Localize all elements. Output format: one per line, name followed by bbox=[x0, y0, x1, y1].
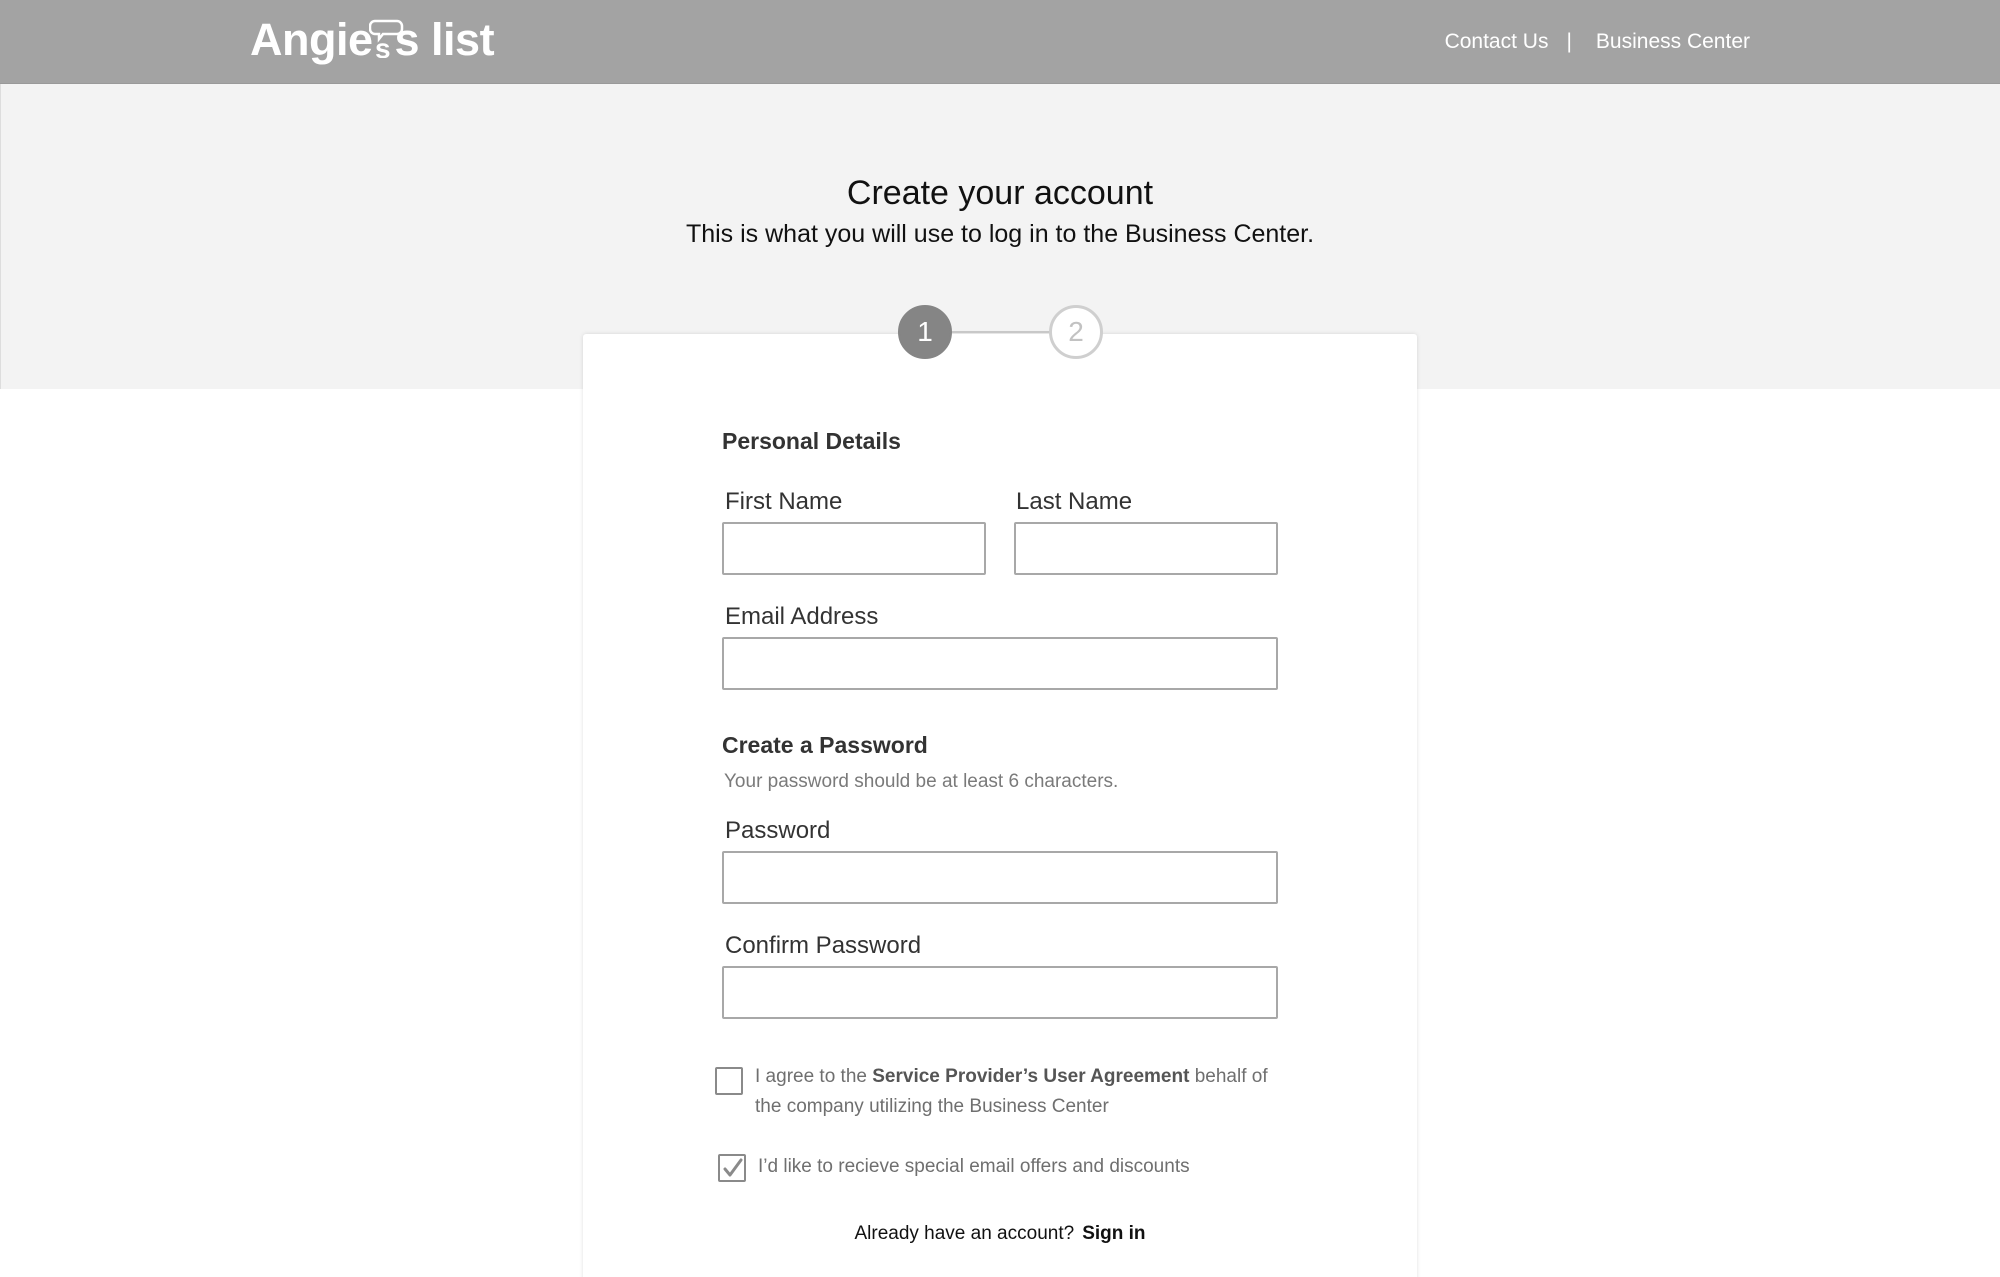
checkmark-icon bbox=[723, 1158, 743, 1177]
email-label: Email Address bbox=[725, 603, 879, 630]
agreement-prefix: I agree to the bbox=[755, 1066, 873, 1087]
first-name-label: First Name bbox=[725, 488, 843, 515]
page-subtitle: This is what you will use to log in to t… bbox=[685, 220, 1315, 248]
logo-speech-bubble-icon: s bbox=[369, 19, 404, 58]
email-offers-label: I’d like to recieve special email offers… bbox=[758, 1156, 1190, 1177]
svg-text:s: s bbox=[375, 33, 390, 58]
agreement-suffix: behalf of bbox=[1189, 1066, 1268, 1087]
agreement-line2: the company utilizing the Business Cente… bbox=[755, 1096, 1109, 1117]
password-input[interactable] bbox=[722, 851, 1278, 904]
email-offers-checkbox[interactable] bbox=[718, 1154, 746, 1182]
signin-prompt: Already have an account? bbox=[854, 1223, 1075, 1244]
signup-card bbox=[583, 334, 1417, 1277]
contact-us-link[interactable]: Contact Us bbox=[1445, 30, 1549, 54]
progress-stepper: 1 2 bbox=[898, 305, 1103, 359]
signin-row: Already have an account? Sign in bbox=[0, 1223, 2000, 1245]
password-hint: Your password should be at least 6 chara… bbox=[724, 771, 1119, 792]
sign-in-link[interactable]: Sign in bbox=[1082, 1223, 1145, 1244]
first-name-input[interactable] bbox=[722, 522, 986, 575]
angies-list-logo[interactable]: Angie s list s bbox=[250, 14, 495, 66]
business-center-link[interactable]: Business Center bbox=[1596, 30, 1750, 54]
last-name-label: Last Name bbox=[1016, 488, 1133, 515]
top-nav: Contact Us | Business Center bbox=[1445, 30, 1750, 54]
last-name-input[interactable] bbox=[1014, 522, 1278, 575]
user-agreement-link[interactable]: Service Provider’s User Agreement bbox=[872, 1066, 1189, 1087]
confirm-password-label: Confirm Password bbox=[725, 932, 922, 959]
stepper-connector bbox=[948, 331, 1053, 333]
confirm-password-input[interactable] bbox=[722, 966, 1278, 1019]
top-header: Angie s list s Contact Us | Business Cent… bbox=[0, 0, 2000, 84]
nav-separator: | bbox=[1566, 30, 1572, 53]
page-title: Create your account bbox=[846, 174, 1154, 212]
personal-details-heading: Personal Details bbox=[722, 428, 901, 454]
password-label: Password bbox=[725, 817, 831, 844]
step-2-indicator: 2 bbox=[1049, 305, 1103, 359]
email-input[interactable] bbox=[722, 637, 1278, 690]
agreement-text: I agree to the Service Provider’s User A… bbox=[755, 1062, 1295, 1122]
step-1-indicator: 1 bbox=[898, 305, 952, 359]
agreement-checkbox[interactable] bbox=[715, 1067, 743, 1095]
create-password-heading: Create a Password bbox=[722, 732, 928, 758]
